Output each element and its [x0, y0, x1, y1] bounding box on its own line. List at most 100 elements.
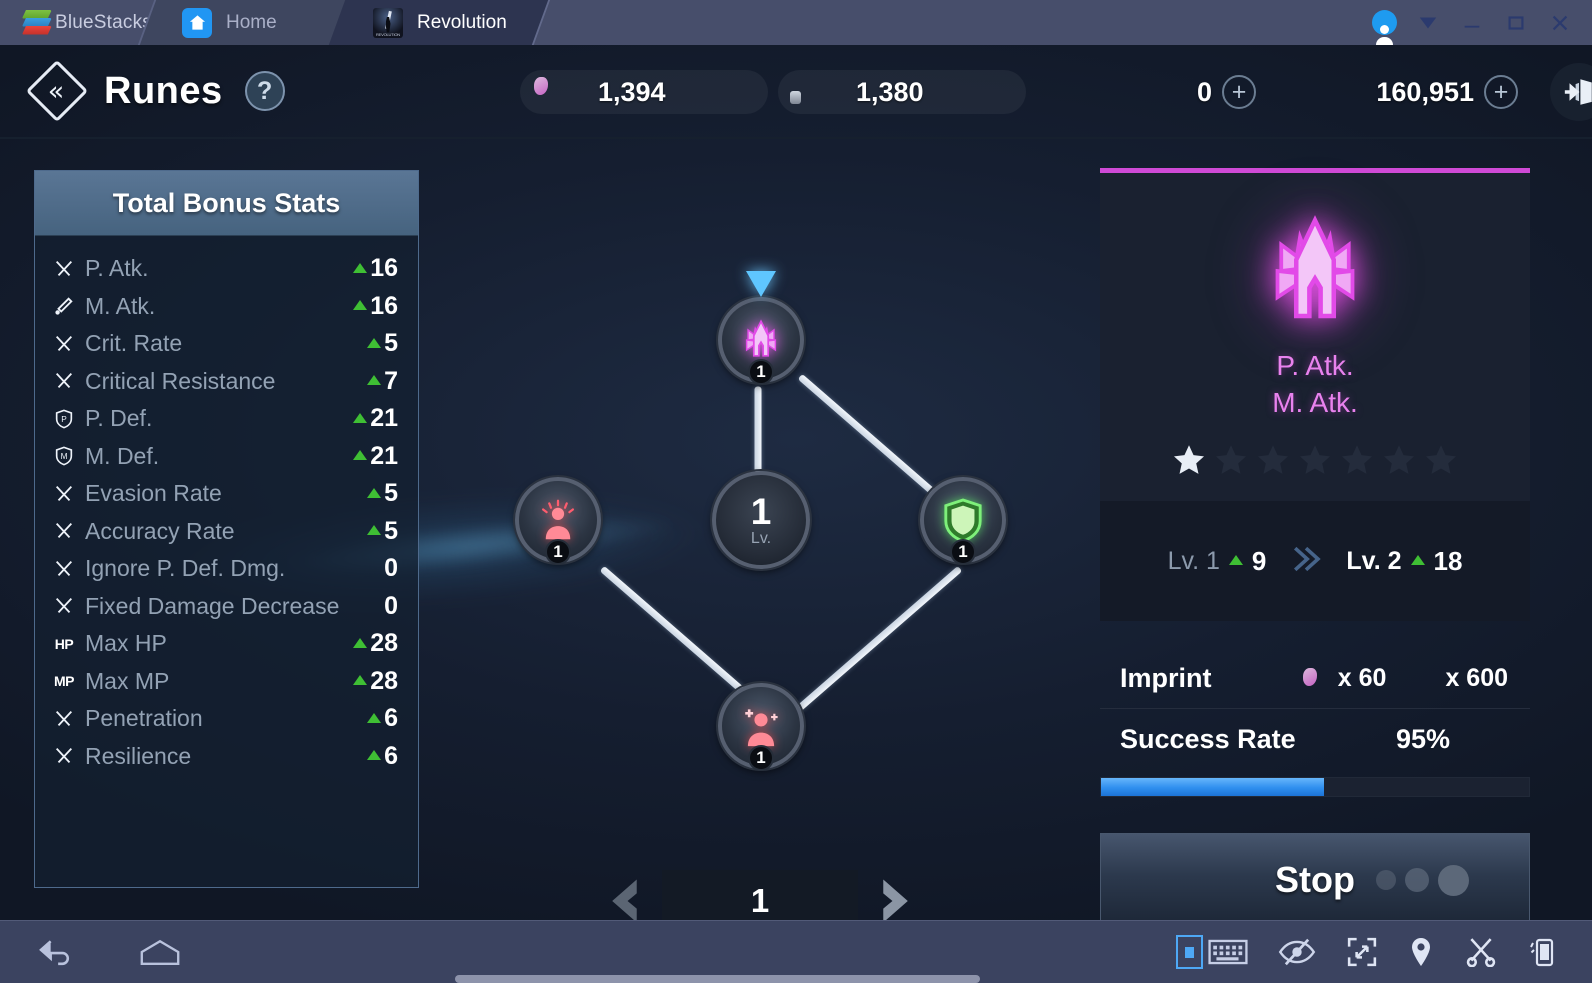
exit-door-icon — [1564, 79, 1592, 105]
stop-button[interactable]: Stop — [1100, 833, 1530, 920]
tab-home[interactable]: Home — [137, 0, 360, 45]
fullscreen-button[interactable] — [1346, 932, 1378, 972]
account-button[interactable] — [1362, 0, 1406, 45]
imprint-cost-ore-amount: x 60 — [1337, 664, 1387, 692]
rune-node-right[interactable]: 1 — [920, 477, 1006, 565]
tab-revolution[interactable]: REVOLUTION Revolution — [328, 0, 551, 45]
location-button[interactable] — [1408, 932, 1434, 972]
rune-node-level-badge: 1 — [748, 359, 774, 385]
mp-text-icon: MP — [54, 673, 75, 690]
stat-value: 5 — [367, 329, 398, 358]
star-empty-icon — [1341, 445, 1373, 474]
shield-green-icon — [944, 498, 982, 543]
rune-node-left[interactable]: 1 — [515, 477, 601, 565]
next-page-button[interactable] — [868, 870, 920, 920]
rune-node-center-level: 1 — [750, 490, 772, 532]
stat-value: 16 — [353, 292, 398, 321]
sapphire-icon — [1042, 71, 1084, 113]
imprint-costs: x 60 x 600 — [1295, 662, 1508, 696]
stat-label: Crit. Rate — [85, 330, 183, 357]
maximize-icon — [1508, 15, 1524, 30]
rune-node-bottom[interactable]: 1 — [718, 683, 804, 771]
currency-rune-ore[interactable]: 1,394 — [520, 70, 768, 114]
stat-label: Evasion Rate — [85, 480, 222, 507]
menu-button[interactable] — [1406, 0, 1450, 45]
body-heal-icon — [745, 709, 778, 747]
help-button[interactable]: ? — [244, 71, 285, 111]
hp-text-icon: HP — [54, 635, 74, 652]
add-gold-button[interactable]: + — [1484, 75, 1518, 109]
success-rate-value: 95% — [1395, 723, 1450, 754]
prev-page-button[interactable] — [600, 870, 652, 920]
back-button-android[interactable] — [36, 932, 76, 972]
bluestacks-tools-group — [1176, 932, 1556, 972]
gold-coin-icon — [1402, 662, 1436, 696]
swords-icon — [51, 482, 77, 506]
rune-page-controls: 1 — [600, 865, 920, 920]
imprint-cost-gold: x 600 — [1402, 662, 1508, 696]
stat-row: Fixed Damage Decrease 0 — [51, 588, 398, 626]
shield-p-icon: P — [51, 407, 77, 431]
shake-button[interactable] — [1528, 932, 1556, 972]
keymap-toggle-icon[interactable] — [1176, 935, 1203, 969]
level-current-label: Lv. 1 — [1167, 546, 1220, 575]
bluestacks-logo-icon — [22, 9, 52, 36]
hide-overlay-button[interactable] — [1278, 932, 1316, 972]
stat-value: 16 — [353, 254, 398, 283]
stat-row: MP Max MP 28 — [51, 663, 398, 701]
currency-gold[interactable]: 160,951 + — [1272, 70, 1534, 114]
home-button-android[interactable] — [138, 932, 182, 972]
bluestacks-titlebar: BlueStacks Home REVOLUTION Revolution — [0, 0, 1592, 45]
currency-sapphire[interactable]: 0 + — [1036, 70, 1272, 114]
keyboard-icon[interactable] — [1208, 937, 1248, 967]
page-number[interactable]: 1 — [662, 870, 858, 920]
level-next: Lv. 2 18 — [1346, 546, 1462, 577]
stat-row: M. Atk. 16 — [51, 288, 398, 326]
stat-row: P P. Def. 21 — [51, 400, 398, 438]
star-filled-icon — [1173, 445, 1205, 474]
rune-node-top[interactable]: 1 — [718, 271, 804, 385]
app-icon: REVOLUTION — [373, 7, 403, 38]
success-rate-progress-bar — [1100, 777, 1530, 797]
stop-button-label: Stop — [1275, 859, 1355, 900]
stat-label: Critical Resistance — [85, 367, 276, 394]
stat-label: P. Atk. — [85, 255, 149, 282]
ruby-icon — [784, 71, 826, 113]
home-icon — [182, 7, 212, 38]
game-viewport: « Runes ? 1,394 1,380 0 + 160,951 + Tota… — [0, 45, 1592, 920]
up-arrow-icon — [353, 637, 368, 648]
rune-node-center[interactable]: 1 Lv. — [712, 471, 810, 569]
stat-label: Max MP — [85, 667, 170, 694]
rune-stat-line-1: P. Atk. — [1276, 350, 1354, 381]
stat-value: 0 — [384, 554, 398, 583]
screenshot-cut-button[interactable] — [1464, 932, 1498, 972]
eye-off-icon — [1278, 938, 1316, 966]
stat-row: Critical Resistance 7 — [51, 363, 398, 401]
imprint-row: Imprint x 60 x 600 — [1100, 649, 1530, 709]
success-rate-row: Success Rate 95% — [1100, 709, 1530, 769]
stat-value: 6 — [367, 742, 398, 771]
rune-stat-line-2: M. Atk. — [1272, 386, 1358, 418]
stat-label: Penetration — [85, 705, 203, 732]
minimize-button[interactable] — [1450, 0, 1494, 45]
close-button[interactable] — [1538, 0, 1582, 45]
swords-icon — [51, 557, 77, 581]
location-pin-icon — [1412, 938, 1430, 966]
android-nav-group — [36, 932, 182, 972]
tab-revolution-label: Revolution — [417, 11, 507, 33]
up-arrow-icon — [367, 525, 382, 536]
exit-button[interactable] — [1550, 63, 1592, 121]
add-sapphire-button[interactable]: + — [1222, 75, 1256, 109]
up-arrow-icon — [367, 375, 382, 386]
rune-node-level-badge: 1 — [950, 539, 976, 565]
swords-icon — [51, 369, 77, 393]
rune-detail-top: P. Atk. M. Atk. — [1100, 168, 1530, 501]
stat-value: 28 — [353, 629, 398, 658]
horizontal-scrollbar[interactable] — [455, 975, 980, 983]
rune-graph: 1 1 1 Lv. 1 1 — [430, 165, 1090, 865]
currency-ruby[interactable]: 1,380 — [778, 70, 1026, 114]
maximize-button[interactable] — [1494, 0, 1538, 45]
up-arrow-icon — [353, 675, 368, 686]
gold-coin-icon — [1278, 71, 1320, 113]
back-button[interactable]: « — [25, 59, 89, 123]
